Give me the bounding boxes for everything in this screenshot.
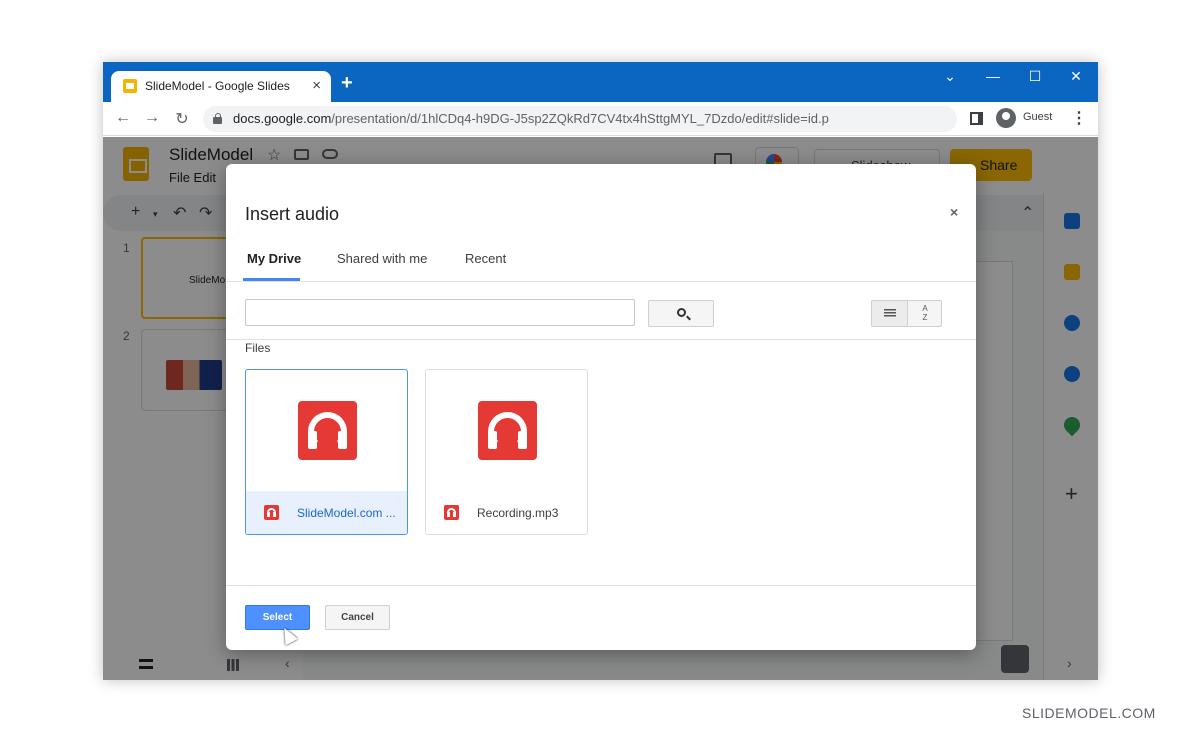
url-text: docs.google.com/presentation/d/1hlCDq4-h… [233,111,829,126]
profile-avatar-icon[interactable] [996,108,1016,128]
file-preview [426,370,587,491]
browser-title-bar: SlideModel - Google Slides × + ⌄ — ☐ ✕ [103,62,1098,102]
insert-audio-dialog: Insert audio × My Drive Shared with me R… [226,164,976,650]
lock-icon [213,113,222,124]
file-card[interactable]: SlideModel.com ... [245,369,408,535]
search-input[interactable] [245,299,635,326]
file-footer: Recording.mp3 [426,491,587,534]
file-footer: SlideModel.com ... [246,491,407,534]
side-panel-icon[interactable] [970,112,983,125]
file-card[interactable]: Recording.mp3 [425,369,588,535]
reload-button[interactable]: ↻ [172,109,192,129]
cancel-button[interactable]: Cancel [325,605,390,630]
files-divider [226,339,976,340]
sort-az-icon[interactable]: AZ [913,304,937,322]
url-host: docs.google.com [233,111,332,126]
dialog-title: Insert audio [245,204,340,224]
tab-search-icon[interactable]: ⌄ [940,68,960,85]
browser-menu-icon[interactable]: ⋮ [1071,108,1087,128]
search-icon [677,308,686,317]
url-bar[interactable]: docs.google.com/presentation/d/1hlCDq4-h… [203,106,957,132]
back-button[interactable]: ← [113,109,133,127]
audio-file-icon [264,505,279,520]
view-toggle: AZ [871,300,942,327]
maximize-button[interactable]: ☐ [1025,68,1045,85]
tab-shared-with-me[interactable]: Shared with me [337,251,427,266]
headphones-audio-icon [478,401,537,460]
tab-divider [226,281,976,282]
search-button[interactable] [648,300,714,327]
close-window-button[interactable]: ✕ [1066,68,1086,85]
watermark: SLIDEMODEL.COM [1022,705,1156,721]
files-section-label: Files [245,341,271,355]
headphones-audio-icon [298,401,357,460]
footer-divider [226,585,976,586]
profile-label[interactable]: Guest [1023,111,1052,123]
file-preview [246,370,407,491]
minimize-button[interactable]: — [983,68,1003,84]
select-button[interactable]: Select [245,605,310,630]
file-name: Recording.mp3 [477,506,559,520]
tab-my-drive[interactable]: My Drive [247,251,301,266]
url-path: /presentation/d/1hlCDq4-h9DG-J5sp2ZQkRd7… [331,111,829,126]
forward-button[interactable]: → [142,109,162,127]
google-slides-icon [123,79,137,93]
address-bar-row: ← → ↻ docs.google.com/presentation/d/1hl… [103,102,1098,136]
new-tab-button[interactable]: + [341,72,353,95]
tab-recent[interactable]: Recent [465,251,506,266]
file-name: SlideModel.com ... [297,506,396,520]
audio-file-icon [444,505,459,520]
tab-close-icon[interactable]: × [312,77,321,94]
tab-title: SlideModel - Google Slides [145,79,290,93]
browser-tab[interactable]: SlideModel - Google Slides × [111,71,331,102]
list-view-icon[interactable] [872,301,908,326]
close-icon[interactable]: × [950,204,958,220]
